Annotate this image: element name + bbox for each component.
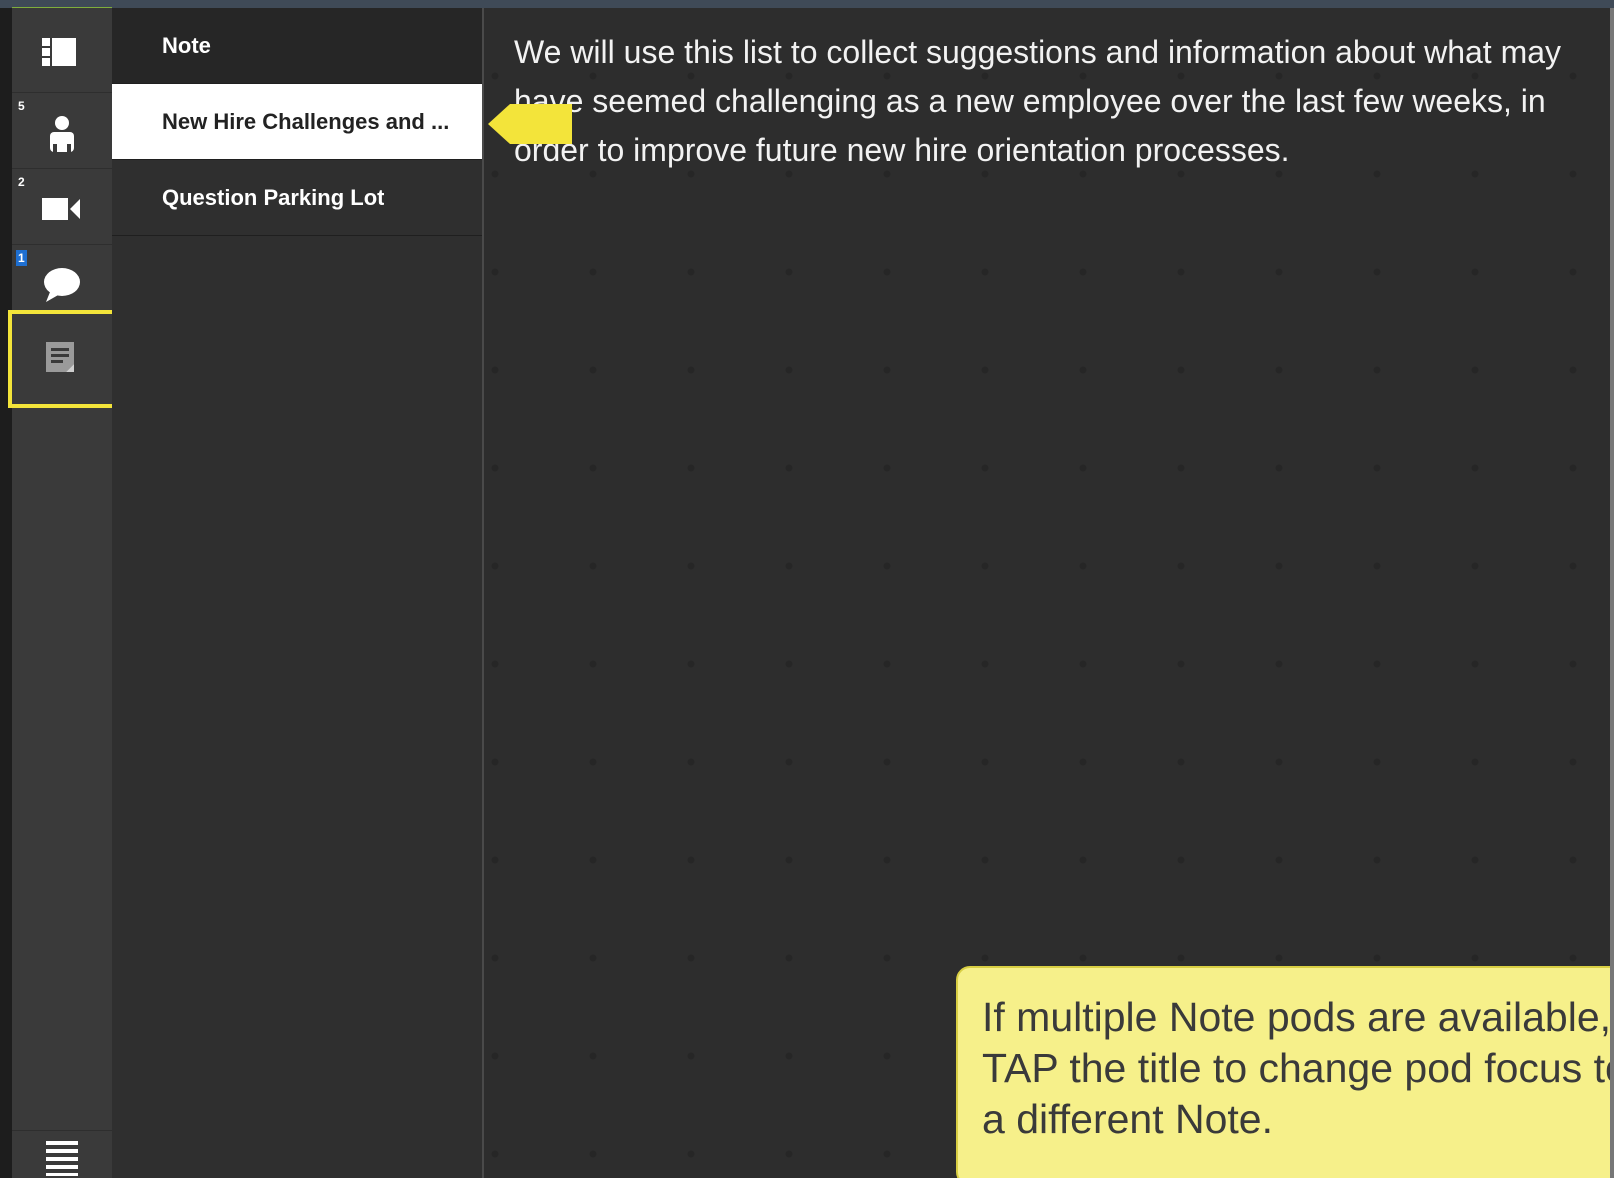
chat-button[interactable]: 1 [12, 244, 112, 320]
tooltip-text: If multiple Note pods are available, TAP… [982, 994, 1614, 1142]
attendees-badge: 5 [18, 99, 25, 113]
notes-list-item-question-parking-lot[interactable]: Question Parking Lot [112, 160, 482, 236]
right-scroll-edge [1610, 8, 1614, 1178]
menu-button[interactable] [12, 1130, 112, 1178]
layout-button[interactable] [12, 16, 112, 92]
camera-badge: 2 [18, 175, 25, 189]
app-window: 5 2 1 Note New Hire Challenges and ... Q… [0, 0, 1614, 1178]
notes-button[interactable] [8, 310, 116, 408]
chat-badge: 1 [16, 250, 27, 266]
notes-list-item-new-hire-challenges[interactable]: New Hire Challenges and ... [112, 84, 482, 160]
top-bar [0, 0, 1614, 15]
note-body-text[interactable]: We will use this list to collect suggest… [514, 28, 1594, 175]
pointer-arrow-icon [488, 104, 572, 144]
list-item-title: New Hire Challenges and ... [162, 108, 450, 134]
notes-list-header-label: Note [162, 32, 211, 58]
notes-list-panel: Note New Hire Challenges and ... Questio… [112, 8, 484, 1178]
layout-icon [42, 38, 76, 66]
pod-icon-rail: 5 2 1 [8, 8, 116, 1178]
menu-icon [46, 1141, 78, 1176]
list-item-title: Question Parking Lot [162, 184, 385, 210]
attendees-button[interactable]: 5 [12, 92, 112, 168]
notes-list-header: Note [112, 8, 482, 84]
camera-icon [42, 198, 80, 220]
camera-button[interactable]: 2 [12, 168, 112, 244]
chat-icon [44, 268, 80, 302]
attendees-icon [50, 116, 74, 152]
help-tooltip: If multiple Note pods are available, TAP… [956, 966, 1614, 1178]
notes-icon [46, 342, 74, 372]
